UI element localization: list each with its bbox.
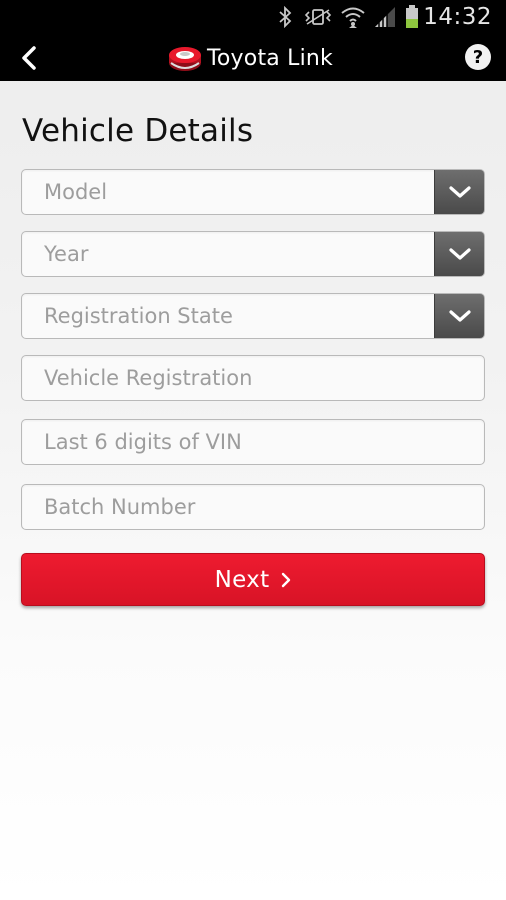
bluetooth-icon (276, 5, 294, 29)
signal-icon (373, 5, 397, 29)
status-bar: 14:32 (0, 0, 506, 35)
app-title-group: Toyota Link (0, 35, 506, 81)
chevron-right-icon (281, 572, 291, 588)
chevron-down-icon (448, 186, 471, 198)
registration-state-select[interactable]: Registration State (21, 293, 485, 339)
batch-number-placeholder: Batch Number (44, 495, 196, 519)
vibrate-icon (303, 5, 333, 29)
batch-number-input[interactable]: Batch Number (21, 484, 485, 530)
status-time: 14:32 (423, 4, 492, 30)
vin-placeholder: Last 6 digits of VIN (44, 430, 242, 454)
vehicle-registration-placeholder: Vehicle Registration (44, 366, 253, 390)
registration-state-dropdown-button[interactable] (434, 294, 484, 338)
next-button[interactable]: Next (21, 553, 485, 606)
year-select[interactable]: Year (21, 231, 485, 277)
next-button-label: Next (214, 566, 270, 593)
vin-input[interactable]: Last 6 digits of VIN (21, 419, 485, 465)
model-dropdown-button[interactable] (434, 170, 484, 214)
chevron-down-icon (448, 248, 471, 260)
battery-icon (403, 5, 421, 29)
app-bar: Toyota Link ? (0, 35, 506, 81)
page-title: Vehicle Details (22, 113, 254, 149)
chevron-down-icon (448, 310, 471, 322)
app-title: Toyota Link (207, 45, 333, 71)
registration-state-placeholder: Registration State (44, 304, 233, 328)
model-select-placeholder: Model (44, 180, 108, 204)
year-dropdown-button[interactable] (434, 232, 484, 276)
wifi-icon (340, 5, 366, 29)
year-select-placeholder: Year (44, 242, 89, 266)
toyota-link-logo-icon (169, 47, 201, 71)
model-select[interactable]: Model (21, 169, 485, 215)
help-button[interactable]: ? (465, 44, 491, 70)
chevron-left-icon (22, 46, 36, 70)
back-button[interactable] (12, 41, 46, 75)
vehicle-registration-input[interactable]: Vehicle Registration (21, 355, 485, 401)
help-icon: ? (472, 46, 484, 68)
